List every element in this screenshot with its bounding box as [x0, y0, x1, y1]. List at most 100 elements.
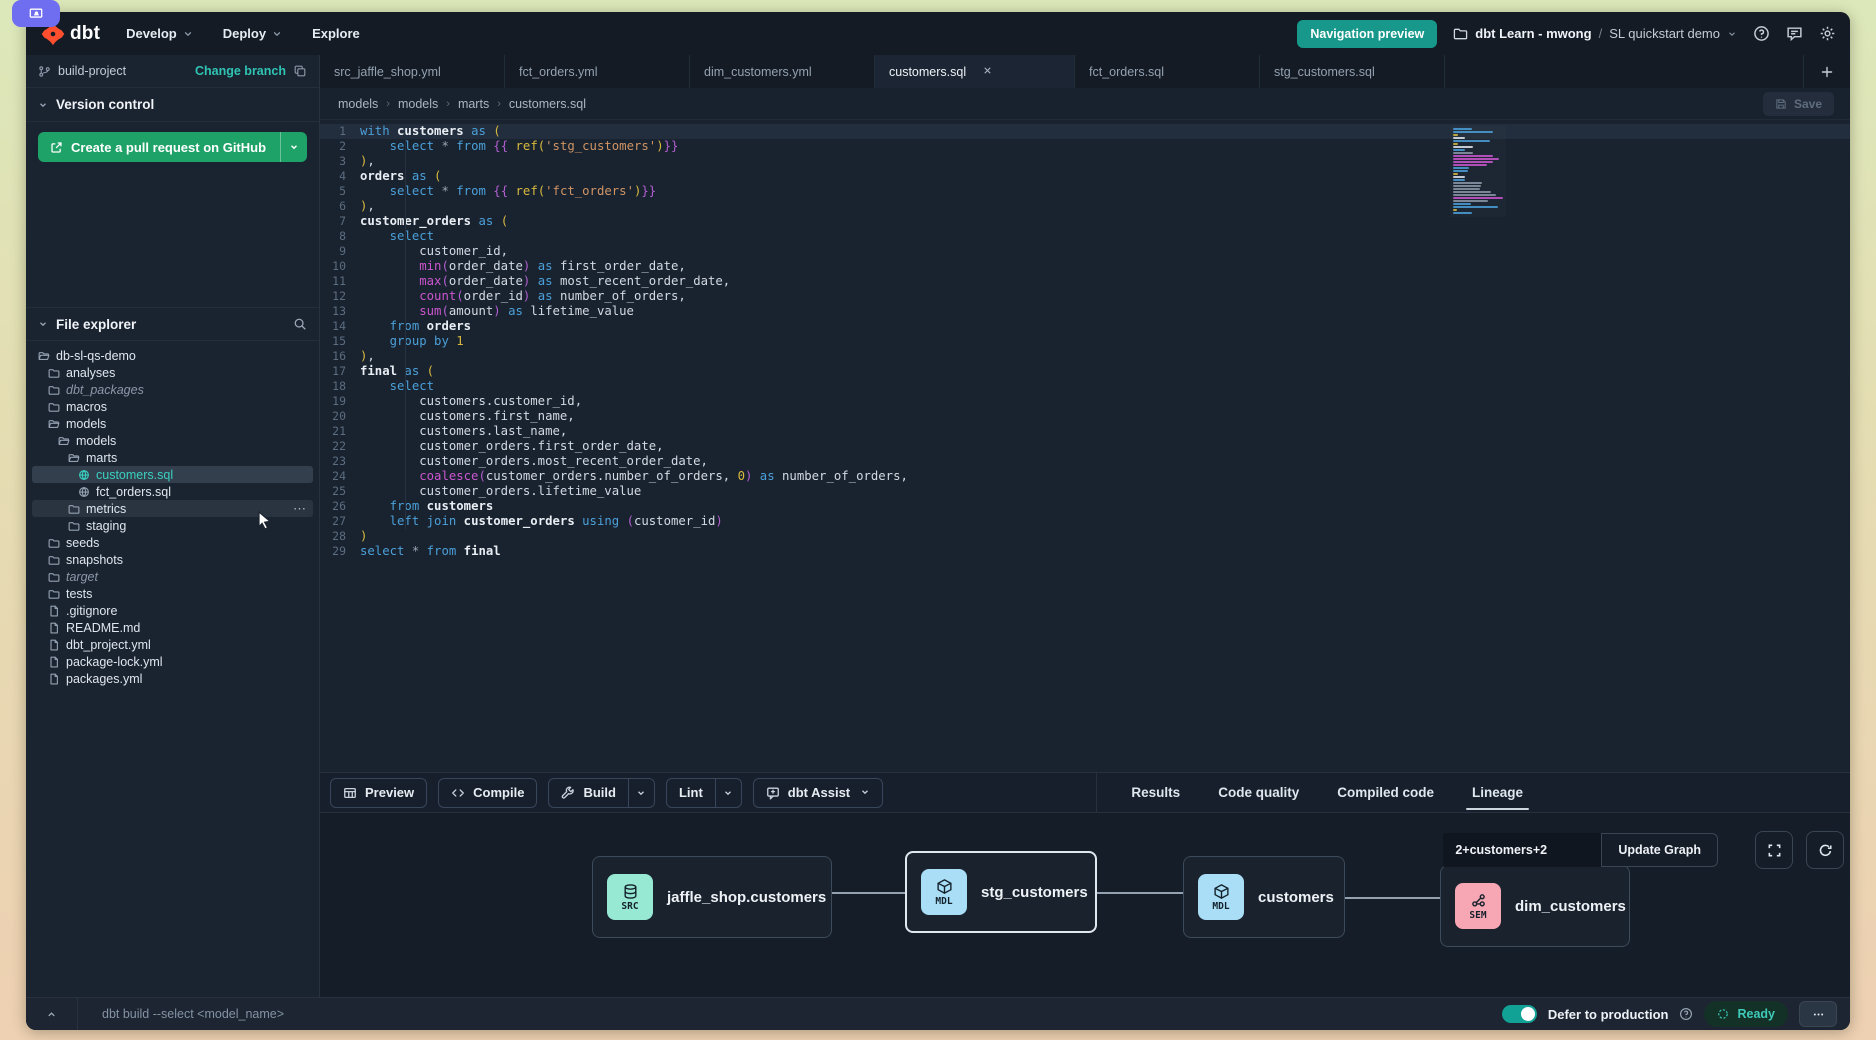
refresh-graph-button[interactable]: [1806, 831, 1844, 869]
navigation-preview-button[interactable]: Navigation preview: [1297, 20, 1437, 48]
settings-button[interactable]: [1819, 25, 1836, 42]
new-tab-button[interactable]: [1804, 55, 1850, 88]
tree-item-dbt-packages[interactable]: dbt_packages: [32, 381, 313, 398]
action-preview-button[interactable]: Preview: [330, 778, 427, 808]
lineage-filter-input[interactable]: 2+customers+2: [1443, 833, 1601, 867]
code-line-14[interactable]: 14 from orders: [320, 319, 1850, 334]
action-lint-button[interactable]: Lint: [666, 778, 742, 808]
panel-tab-lineage[interactable]: Lineage: [1470, 774, 1525, 812]
tree-item-models[interactable]: models: [32, 415, 313, 432]
code-line-22[interactable]: 22 customer_orders.first_order_date,: [320, 439, 1850, 454]
tree-item-metrics[interactable]: metrics⋯: [32, 500, 313, 517]
code-line-25[interactable]: 25 customer_orders.lifetime_value: [320, 484, 1850, 499]
code-line-26[interactable]: 26 from customers: [320, 499, 1850, 514]
tree-item--gitignore[interactable]: .gitignore: [32, 602, 313, 619]
command-input[interactable]: dbt build --select <model_name>: [78, 1007, 1502, 1021]
lineage-node-customers[interactable]: MDLcustomers: [1183, 856, 1345, 938]
expand-command-panel-button[interactable]: [26, 998, 78, 1030]
tree-item-package-lock-yml[interactable]: package-lock.yml: [32, 653, 313, 670]
tree-item-models[interactable]: models: [32, 432, 313, 449]
tab-fct-orders-yml[interactable]: fct_orders.yml: [505, 55, 690, 88]
defer-toggle[interactable]: [1502, 1005, 1537, 1023]
tree-item-staging[interactable]: staging: [32, 517, 313, 534]
code-line-19[interactable]: 19 customers.customer_id,: [320, 394, 1850, 409]
search-icon[interactable]: [293, 317, 307, 331]
tree-item-seeds[interactable]: seeds: [32, 534, 313, 551]
tab-fct-orders-sql[interactable]: fct_orders.sql: [1075, 55, 1260, 88]
feedback-button[interactable]: [1786, 25, 1803, 42]
code-line-1[interactable]: 1with customers as (: [320, 124, 1850, 139]
code-line-7[interactable]: 7customer_orders as (: [320, 214, 1850, 229]
code-line-27[interactable]: 27 left join customer_orders using (cust…: [320, 514, 1850, 529]
panel-tab-results[interactable]: Results: [1129, 774, 1182, 812]
breadcrumb-item[interactable]: models: [398, 97, 438, 111]
action-compile-button[interactable]: Compile: [438, 778, 537, 808]
tree-item-macros[interactable]: macros: [32, 398, 313, 415]
code-line-29[interactable]: 29select * from final: [320, 544, 1850, 559]
tree-item-tests[interactable]: tests: [32, 585, 313, 602]
close-tab-icon[interactable]: [982, 65, 993, 79]
update-graph-button[interactable]: Update Graph: [1601, 833, 1718, 867]
code-line-24[interactable]: 24 coalesce(customer_orders.number_of_or…: [320, 469, 1850, 484]
status-ready-badge[interactable]: Ready: [1704, 1001, 1788, 1027]
tree-item-db-sl-qs-demo[interactable]: db-sl-qs-demo: [32, 347, 313, 364]
help-circle-icon[interactable]: [1679, 1007, 1693, 1021]
code-line-5[interactable]: 5 select * from {{ ref('fct_orders')}}: [320, 184, 1850, 199]
lineage-node-stg-customers[interactable]: MDLstg_customers: [905, 851, 1097, 933]
change-branch-link[interactable]: Change branch: [195, 64, 286, 78]
code-line-11[interactable]: 11 max(order_date) as most_recent_order_…: [320, 274, 1850, 289]
tree-item-packages-yml[interactable]: packages.yml: [32, 670, 313, 687]
code-line-15[interactable]: 15 group by 1: [320, 334, 1850, 349]
code-line-18[interactable]: 18 select: [320, 379, 1850, 394]
tree-item-target[interactable]: target: [32, 568, 313, 585]
code-line-23[interactable]: 23 customer_orders.most_recent_order_dat…: [320, 454, 1850, 469]
action-build-button[interactable]: Build: [548, 778, 655, 808]
code-line-21[interactable]: 21 customers.last_name,: [320, 424, 1850, 439]
code-line-2[interactable]: 2 select * from {{ ref('stg_customers')}…: [320, 139, 1850, 154]
panel-tab-compiled-code[interactable]: Compiled code: [1335, 774, 1436, 812]
save-button[interactable]: Save: [1763, 92, 1834, 116]
code-editor[interactable]: 1with customers as (2 select * from {{ r…: [320, 120, 1850, 772]
code-line-12[interactable]: 12 count(order_id) as number_of_orders,: [320, 289, 1850, 304]
tab-customers-sql[interactable]: customers.sql: [875, 55, 1075, 88]
help-button[interactable]: [1753, 25, 1770, 42]
tree-item-readme-md[interactable]: README.md: [32, 619, 313, 636]
code-line-28[interactable]: 28): [320, 529, 1850, 544]
item-menu-icon[interactable]: ⋯: [293, 501, 307, 517]
version-control-header[interactable]: Version control: [26, 88, 319, 122]
breadcrumb-item[interactable]: marts: [458, 97, 489, 111]
tree-item-customers-sql[interactable]: customers.sql: [32, 466, 313, 483]
code-line-9[interactable]: 9 customer_id,: [320, 244, 1850, 259]
code-line-10[interactable]: 10 min(order_date) as first_order_date,: [320, 259, 1850, 274]
tab-stg-customers-sql[interactable]: stg_customers.sql: [1260, 55, 1445, 88]
action-dbt-assist-button[interactable]: dbt Assist: [753, 778, 883, 808]
tree-item-snapshots[interactable]: snapshots: [32, 551, 313, 568]
code-line-16[interactable]: 16),: [320, 349, 1850, 364]
more-options-button[interactable]: [1799, 1001, 1837, 1027]
menu-develop[interactable]: Develop: [126, 26, 193, 41]
breadcrumb-item[interactable]: models: [338, 97, 378, 111]
tab-dim-customers-yml[interactable]: dim_customers.yml: [690, 55, 875, 88]
lineage-node-dim-customers[interactable]: SEMdim_customers: [1440, 865, 1630, 947]
file-explorer-header[interactable]: File explorer: [26, 307, 319, 341]
lineage-node-jaffle-shop-customers[interactable]: SRCjaffle_shop.customers: [592, 856, 832, 938]
fullscreen-button[interactable]: [1755, 831, 1793, 869]
pr-dropdown-caret[interactable]: [280, 132, 307, 162]
copy-icon[interactable]: [293, 64, 307, 78]
tree-item-marts[interactable]: marts: [32, 449, 313, 466]
minimap[interactable]: [1450, 126, 1506, 217]
project-picker[interactable]: dbt Learn - mwong / SL quickstart demo: [1453, 26, 1737, 41]
panel-tab-code-quality[interactable]: Code quality: [1216, 774, 1301, 812]
tree-item-analyses[interactable]: analyses: [32, 364, 313, 381]
code-line-6[interactable]: 6),: [320, 199, 1850, 214]
code-line-3[interactable]: 3),: [320, 154, 1850, 169]
tree-item-dbt-project-yml[interactable]: dbt_project.yml: [32, 636, 313, 653]
tree-item-fct-orders-sql[interactable]: fct_orders.sql: [32, 483, 313, 500]
menu-deploy[interactable]: Deploy: [223, 26, 282, 41]
breadcrumb-item[interactable]: customers.sql: [509, 97, 586, 111]
code-line-4[interactable]: 4orders as (: [320, 169, 1850, 184]
action-dropdown-caret[interactable]: [628, 779, 654, 807]
code-line-20[interactable]: 20 customers.first_name,: [320, 409, 1850, 424]
code-line-8[interactable]: 8 select: [320, 229, 1850, 244]
tab-src-jaffle-shop-yml[interactable]: src_jaffle_shop.yml: [320, 55, 505, 88]
